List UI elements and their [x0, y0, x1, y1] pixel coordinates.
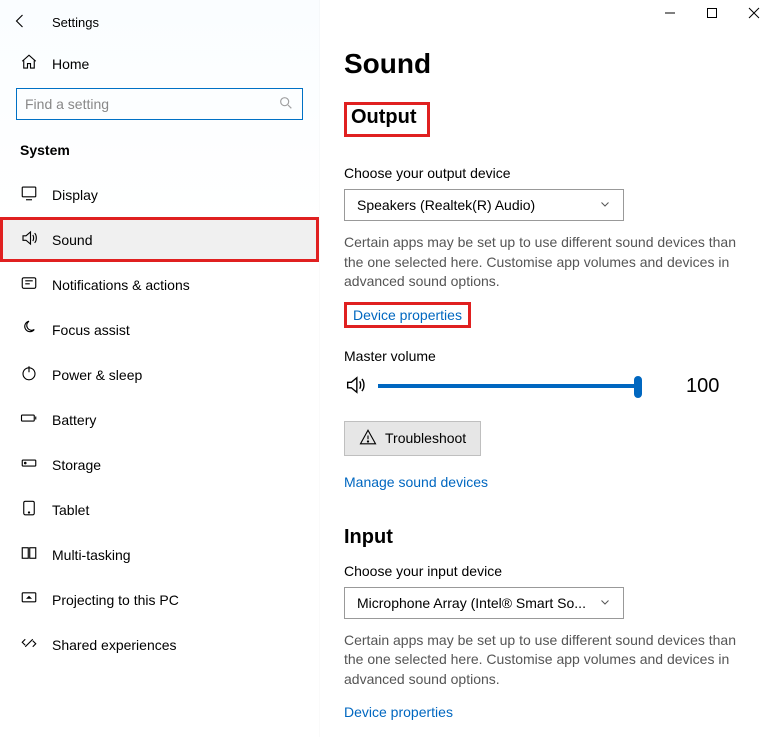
back-button[interactable] — [12, 12, 30, 33]
sidebar-section-label: System — [0, 126, 319, 172]
search-icon — [278, 95, 294, 114]
output-hint: Certain apps may be set up to use differ… — [344, 233, 740, 292]
input-section: Input Choose your input device Microphon… — [344, 526, 740, 720]
slider-thumb[interactable] — [634, 376, 642, 398]
volume-row: 100 — [344, 374, 740, 399]
focus-assist-icon — [20, 319, 38, 340]
sidebar-item-sound[interactable]: Sound — [0, 217, 319, 262]
sidebar-item-power-sleep[interactable]: Power & sleep — [0, 352, 319, 397]
sidebar-item-label: Projecting to this PC — [52, 592, 179, 608]
output-section: Output Choose your output device Speaker… — [344, 102, 740, 490]
home-label: Home — [52, 56, 89, 72]
input-heading: Input — [344, 526, 740, 549]
input-hint: Certain apps may be set up to use differ… — [344, 631, 740, 690]
minimize-button[interactable] — [660, 6, 680, 22]
power-icon — [20, 364, 38, 385]
storage-icon — [20, 454, 38, 475]
sidebar-item-label: Sound — [52, 232, 92, 248]
output-device-combo[interactable]: Speakers (Realtek(R) Audio) — [344, 189, 624, 221]
tablet-icon — [20, 499, 38, 520]
output-device-value: Speakers (Realtek(R) Audio) — [357, 197, 599, 213]
sidebar-item-display[interactable]: Display — [0, 172, 319, 217]
projecting-icon — [20, 589, 38, 610]
volume-value: 100 — [686, 375, 719, 398]
sidebar-item-label: Battery — [52, 412, 96, 428]
input-device-value: Microphone Array (Intel® Smart So... — [357, 595, 599, 611]
sidebar-nav: Display Sound Notifications & actions Fo… — [0, 172, 319, 667]
maximize-button[interactable] — [702, 6, 722, 22]
sidebar-item-label: Storage — [52, 457, 101, 473]
page-title: Sound — [344, 48, 770, 80]
sidebar-item-label: Notifications & actions — [52, 277, 190, 293]
sidebar-item-tablet[interactable]: Tablet — [0, 487, 319, 532]
master-volume-label: Master volume — [344, 348, 740, 364]
shared-exp-icon — [20, 634, 38, 655]
sidebar-item-label: Power & sleep — [52, 367, 142, 383]
chevron-down-icon — [599, 595, 611, 611]
sidebar-item-label: Tablet — [52, 502, 89, 518]
warning-icon — [359, 428, 377, 449]
display-icon — [20, 184, 38, 205]
sound-icon — [20, 229, 38, 250]
close-button[interactable] — [744, 6, 764, 22]
multitasking-icon — [20, 544, 38, 565]
output-choose-label: Choose your output device — [344, 165, 740, 181]
sidebar-item-focus-assist[interactable]: Focus assist — [0, 307, 319, 352]
sidebar-item-battery[interactable]: Battery — [0, 397, 319, 442]
sidebar-item-multitasking[interactable]: Multi-tasking — [0, 532, 319, 577]
search-box[interactable] — [16, 88, 303, 120]
volume-icon[interactable] — [344, 374, 366, 399]
sidebar-item-label: Shared experiences — [52, 637, 177, 653]
manage-sound-devices-link[interactable]: Manage sound devices — [344, 474, 488, 490]
search-wrap — [0, 84, 319, 126]
home-icon — [20, 53, 38, 74]
troubleshoot-label: Troubleshoot — [385, 430, 466, 446]
input-device-combo[interactable]: Microphone Array (Intel® Smart So... — [344, 587, 624, 619]
sidebar-item-label: Focus assist — [52, 322, 130, 338]
chevron-down-icon — [599, 197, 611, 213]
troubleshoot-button[interactable]: Troubleshoot — [344, 421, 481, 456]
title-bar: Settings — [0, 0, 319, 43]
battery-icon — [20, 409, 38, 430]
sidebar-item-shared-exp[interactable]: Shared experiences — [0, 622, 319, 667]
home-row[interactable]: Home — [0, 43, 319, 84]
input-device-properties-link[interactable]: Device properties — [344, 704, 453, 720]
app-title: Settings — [52, 15, 99, 30]
sidebar-item-label: Display — [52, 187, 98, 203]
volume-slider[interactable] — [378, 384, 638, 388]
sidebar: Settings Home System Display Sound Notif… — [0, 0, 320, 737]
window-controls — [660, 6, 764, 22]
sidebar-item-projecting[interactable]: Projecting to this PC — [0, 577, 319, 622]
output-device-properties-link[interactable]: Device properties — [344, 302, 471, 328]
output-heading: Output — [344, 102, 430, 137]
sidebar-item-storage[interactable]: Storage — [0, 442, 319, 487]
sidebar-item-label: Multi-tasking — [52, 547, 131, 563]
input-choose-label: Choose your input device — [344, 563, 740, 579]
sidebar-item-notifications[interactable]: Notifications & actions — [0, 262, 319, 307]
notifications-icon — [20, 274, 38, 295]
content-pane: Sound Output Choose your output device S… — [320, 0, 770, 737]
search-input[interactable] — [25, 96, 278, 112]
